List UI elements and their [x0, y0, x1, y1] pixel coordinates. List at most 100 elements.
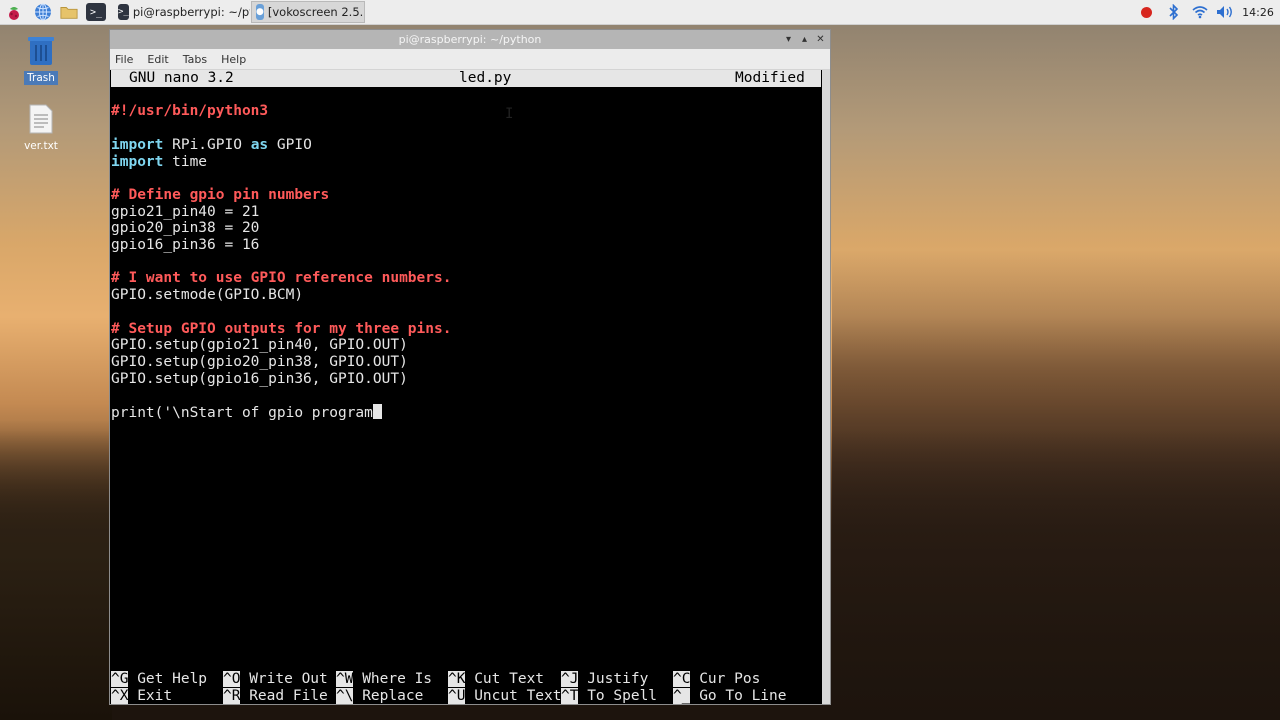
shortcut-key: ^R — [223, 687, 241, 704]
browser-launcher[interactable] — [34, 2, 52, 22]
nano-version: GNU nano 3.2 — [129, 70, 234, 86]
terminal-icon: >_ — [86, 3, 106, 21]
shortcut-key: ^W — [336, 671, 354, 688]
code-token: GPIO — [268, 136, 312, 153]
shortcut-label: Get Help — [128, 671, 208, 688]
code-line[interactable]: GPIO.setup(gpio21_pin40, GPIO.OUT) — [111, 337, 408, 354]
bluetooth-icon — [1169, 4, 1179, 20]
shortcut-read-file[interactable]: ^R Read File — [223, 687, 328, 704]
shortcut-to-spell[interactable]: ^T To Spell — [561, 687, 658, 704]
shortcut-exit[interactable]: ^X Exit — [111, 687, 172, 704]
nano-filename: led.py — [459, 70, 512, 86]
shortcut-uncut-text[interactable]: ^U Uncut Text — [448, 687, 562, 704]
raspberry-menu-button[interactable] — [5, 2, 23, 22]
shortcut-key: ^C — [673, 671, 691, 688]
task-terminal[interactable]: >_ pi@raspberrypi: ~/pyt... — [114, 1, 250, 23]
shortcut-label: Cur Pos — [690, 671, 761, 688]
code-line[interactable]: # Setup GPIO outputs for my three pins. — [111, 321, 451, 338]
terminal-launcher[interactable]: >_ — [86, 2, 106, 22]
trash-icon — [28, 37, 54, 65]
shortcut-label: Where Is — [353, 671, 433, 688]
scrollbar[interactable] — [822, 70, 830, 704]
comment-token: #!/usr/bin/python3 — [111, 103, 269, 120]
raspberry-icon — [5, 3, 23, 21]
shortcut-get-help[interactable]: ^G Get Help — [111, 671, 207, 688]
code-token: GPIO.setup(gpio16_pin36, GPIO.OUT) — [111, 370, 408, 387]
wifi-button[interactable] — [1190, 0, 1210, 24]
vokoscreen-icon: ● — [256, 4, 264, 20]
close-icon[interactable]: ✕ — [814, 31, 827, 47]
file-manager-launcher[interactable] — [60, 2, 78, 22]
keyword-token: import — [111, 136, 164, 153]
shortcut-label: Uncut Text — [465, 687, 562, 704]
desktop-icon-trash[interactable]: Trash — [9, 34, 73, 85]
comment-token: # Setup GPIO outputs for my three pins. — [111, 320, 452, 337]
volume-button[interactable] — [1214, 0, 1236, 24]
shortcut-cut-text[interactable]: ^K Cut Text — [448, 671, 544, 688]
keyword-token: import — [111, 153, 164, 170]
code-line[interactable]: # Define gpio pin numbers — [111, 187, 329, 204]
code-token: gpio20_pin38 = 20 — [111, 220, 260, 237]
shortcut-label: Justify — [578, 671, 649, 688]
maximize-icon[interactable]: ▴ — [798, 31, 811, 47]
code-line[interactable]: import RPi.GPIO as GPIO — [111, 137, 312, 154]
shortcut-label: To Spell — [578, 687, 658, 704]
code-token: GPIO.setup(gpio20_pin38, GPIO.OUT) — [111, 353, 408, 370]
code-line[interactable]: GPIO.setup(gpio16_pin36, GPIO.OUT) — [111, 371, 408, 388]
bluetooth-button[interactable] — [1165, 0, 1183, 24]
code-line[interactable]: GPIO.setmode(GPIO.BCM) — [111, 287, 303, 304]
shortcut-write-out[interactable]: ^O Write Out — [223, 671, 328, 688]
desktop-icon-label: ver.txt — [24, 140, 58, 152]
shortcut-cur-pos[interactable]: ^C Cur Pos — [673, 671, 760, 688]
shortcut-key: ^J — [561, 671, 579, 688]
shortcut-key: ^K — [448, 671, 466, 688]
code-line[interactable]: print('\nStart of gpio program — [111, 404, 382, 421]
code-line[interactable]: GPIO.setup(gpio20_pin38, GPIO.OUT) — [111, 354, 408, 371]
code-line[interactable]: # I want to use GPIO reference numbers. — [111, 270, 451, 287]
code-token: print('\nStart of gpio program — [111, 405, 373, 421]
comment-token: # I want to use GPIO reference numbers. — [111, 270, 452, 287]
menu-file[interactable]: File — [115, 53, 133, 66]
wifi-icon — [1192, 6, 1208, 19]
shortcut-replace[interactable]: ^\ Replace — [336, 687, 424, 704]
comment-token: # Define gpio pin numbers — [111, 186, 330, 203]
shortcut-go-to-line[interactable]: ^_ Go To Line — [673, 687, 787, 704]
clock[interactable]: 14:26 — [1240, 0, 1276, 24]
desktop-icon-label: Trash — [24, 71, 58, 85]
shortcut-label: Go To Line — [690, 687, 787, 704]
code-line[interactable]: #!/usr/bin/python3 — [111, 103, 268, 120]
menu-help[interactable]: Help — [221, 53, 246, 66]
speaker-icon — [1217, 6, 1232, 18]
code-line[interactable]: gpio16_pin36 = 16 — [111, 237, 259, 254]
shortcut-label: Replace — [353, 687, 424, 704]
code-token: GPIO.setup(gpio21_pin40, GPIO.OUT) — [111, 337, 408, 354]
wallpaper-trees — [0, 420, 112, 720]
shortcut-label: Cut Text — [465, 671, 545, 688]
code-token: RPi.GPIO — [163, 136, 251, 153]
menu-tabs[interactable]: Tabs — [183, 53, 207, 66]
shortcut-label: Write Out — [240, 671, 328, 688]
task-label: pi@raspberrypi: ~/pyt... — [132, 5, 250, 19]
nano-title-bar: GNU nano 3.2 led.py Modified — [111, 70, 821, 87]
nano-status: Modified — [735, 70, 805, 86]
code-line[interactable]: gpio20_pin38 = 20 — [111, 220, 259, 237]
shortcut-key: ^O — [223, 671, 241, 688]
nano-editor[interactable]: GNU nano 3.2 led.py Modified #!/usr/bin/… — [111, 70, 821, 704]
record-indicator[interactable] — [1137, 0, 1155, 24]
desktop-icon-ver-txt[interactable]: ver.txt — [9, 104, 73, 153]
shortcut-where-is[interactable]: ^W Where Is — [336, 671, 432, 688]
shortcut-label: Read File — [240, 687, 328, 704]
window-title: pi@raspberrypi: ~/python — [398, 33, 542, 46]
keyword-token: as — [250, 136, 269, 153]
minimize-icon[interactable]: ▾ — [782, 31, 795, 47]
code-line[interactable]: import time — [111, 154, 207, 171]
code-token: gpio21_pin40 = 21 — [111, 203, 260, 220]
shortcut-justify[interactable]: ^J Justify — [561, 671, 648, 688]
shortcut-key: ^X — [111, 687, 129, 704]
globe-icon — [34, 3, 52, 21]
window-titlebar[interactable]: pi@raspberrypi: ~/python ▾ ▴ ✕ — [110, 30, 830, 49]
task-vokoscreen[interactable]: ● [vokoscreen 2.5.0] — [251, 1, 365, 23]
code-line[interactable]: gpio21_pin40 = 21 — [111, 204, 259, 221]
menu-edit[interactable]: Edit — [147, 53, 168, 66]
text-cursor — [372, 404, 382, 419]
